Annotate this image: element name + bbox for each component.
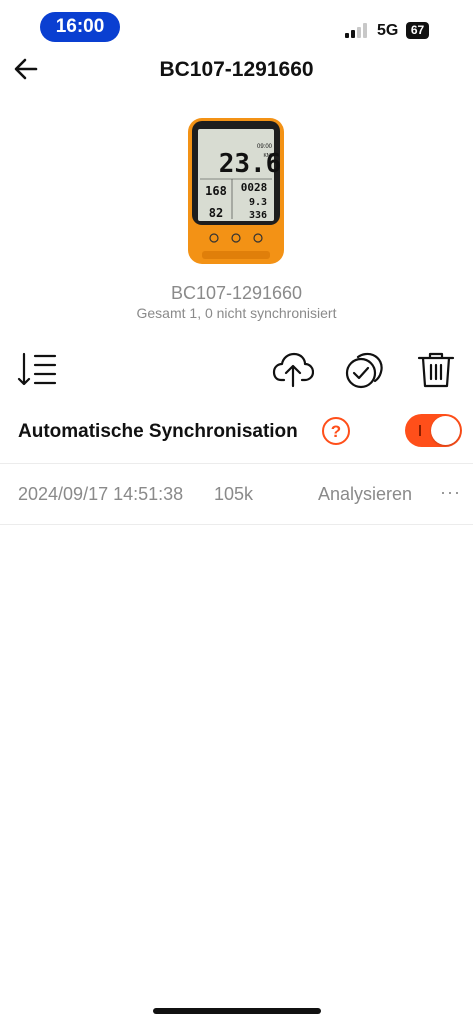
auto-sync-label: Automatische Synchronisation [18,421,298,442]
svg-text:82: 82 [209,206,223,220]
record-row[interactable]: 2024/09/17 14:51:38 105k Analysieren ··· [0,464,473,524]
auto-sync-row: Automatische Synchronisation ? [0,410,473,452]
device-name: BC107-1291660 [170,283,303,303]
sync-summary: Gesamt 1, 0 nicht synchronisiert [136,305,337,321]
sort-icon [17,352,57,386]
svg-text:0028: 0028 [241,181,268,194]
analyze-button[interactable]: Analysieren [318,484,412,505]
upload-button[interactable] [272,350,315,390]
header: BC107-1291660 [0,50,473,90]
page-title: BC107-1291660 [159,58,314,81]
sync-button[interactable] [343,350,385,390]
help-button[interactable]: ? [321,416,351,446]
question-icon: ? [322,417,350,445]
svg-text:KMH: KMH [263,153,275,159]
battery-icon: 67 [406,22,429,39]
svg-text:9.3: 9.3 [249,197,267,208]
record-date: 2024/09/17 14:51:38 [18,484,184,504]
auto-sync-toggle[interactable] [405,414,462,447]
svg-text:336: 336 [249,210,267,221]
record-size: 105k [214,484,254,504]
status-bar: 16:00 5G 67 [0,0,473,54]
network-type: 5G [377,22,399,39]
trash-icon [417,352,455,388]
toggle-knob [431,416,460,445]
toggle-on-indicator [419,425,421,436]
sort-button[interactable] [16,350,58,390]
home-indicator [153,1008,321,1014]
status-time: 16:00 [40,12,120,42]
sync-check-icon [345,352,383,389]
signal-strength-icon [345,22,371,38]
more-options-icon[interactable]: ··· [440,482,461,503]
upload-cloud-icon [272,352,315,388]
svg-text:?: ? [331,422,341,441]
device-image: 09:00 23.6 KMH 168 82 0028 9.3 336 [186,117,286,265]
divider [0,524,473,525]
delete-button[interactable] [415,350,457,390]
svg-text:168: 168 [205,184,227,198]
